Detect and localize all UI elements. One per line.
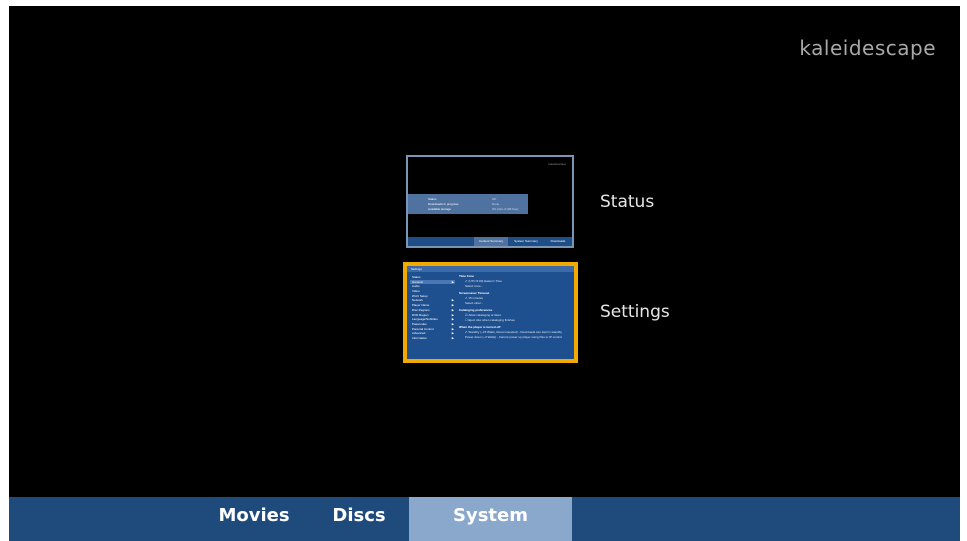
settings-category: Information ▶: [410, 336, 455, 341]
status-row-value: OK: [492, 197, 497, 201]
tab-discs[interactable]: Discs: [314, 497, 404, 541]
status-row: Available storage 3% (lots of GB free): [428, 207, 518, 211]
status-row-value: None: [492, 202, 500, 206]
settings-option: ☐ Eject disc when cataloging finishes: [465, 317, 515, 322]
settings-option: Select other...: [465, 300, 484, 305]
category-label: Advanced: [412, 331, 426, 336]
menu-item-settings[interactable]: Settings: [600, 302, 670, 322]
preview-brand: kaleidescape: [548, 162, 566, 166]
preview-tab: Downloads: [550, 239, 566, 243]
status-row-label: Status: [428, 197, 437, 201]
category-label: Passcodes: [412, 321, 427, 326]
settings-options: Time Zone ✔ (UTC-5:00) Eastern Time Sele…: [459, 274, 571, 339]
option-label: (UTC-5:00) Eastern Time: [468, 279, 502, 283]
option-label: Standby (~15 Watts, Recommended) - Downl…: [468, 330, 563, 334]
status-row: Downloads in progress None: [428, 202, 499, 206]
category-label: Network: [412, 298, 424, 303]
menu-item-status[interactable]: Status: [600, 192, 654, 212]
status-panel: Status OK Downloads in progress None Ava…: [408, 194, 528, 214]
preview-tab: Content Summary: [474, 237, 508, 246]
category-label: DVD Region: [412, 312, 429, 317]
arrow-right-icon: ▶: [451, 335, 454, 340]
tab-movies[interactable]: Movies: [199, 497, 309, 541]
category-label: Parental Control: [412, 326, 434, 331]
category-label: Disc Regions: [412, 307, 430, 312]
bottom-tab-bar: Movies Discs System: [9, 497, 960, 541]
category-label: Player Name: [412, 303, 430, 308]
settings-preview-title: Settings: [407, 266, 574, 272]
status-preview-thumbnail[interactable]: kaleidescape Status OK Downloads in prog…: [406, 155, 574, 248]
status-row-label: Available storage: [428, 207, 451, 211]
status-row-label: Downloads in progress: [428, 202, 459, 206]
status-row-value: 3% (lots of GB free): [492, 207, 519, 211]
option-label: Eject disc when cataloging finishes: [468, 317, 515, 322]
option-label: Allow cataloging of discs: [468, 313, 502, 317]
tab-system[interactable]: System: [409, 497, 572, 541]
brand-logo: kaleidescape: [799, 36, 936, 60]
preview-tab: System Summary: [514, 239, 538, 243]
settings-option: Select zone...: [465, 283, 484, 288]
tv-screen: kaleidescape kaleidescape Status OK Down…: [9, 6, 960, 541]
category-label: Information: [412, 335, 428, 340]
settings-option: Power down (~3 Watts) - Cannot power up …: [465, 334, 562, 339]
status-row: Status OK: [428, 197, 496, 201]
status-preview-tabs: Content Summary System Summary Downloads: [408, 237, 572, 246]
category-label: Language/Subtitles: [412, 317, 438, 322]
option-label: 15 minutes: [468, 296, 484, 300]
category-label: General: [412, 279, 423, 284]
settings-preview-thumbnail[interactable]: Settings Status General ▶ Audio Video Wi-…: [403, 262, 578, 363]
settings-preview: Settings Status General ▶ Audio Video Wi-…: [407, 266, 574, 359]
settings-category-list: Status General ▶ Audio Video Wi-Fi Setup …: [410, 275, 455, 341]
